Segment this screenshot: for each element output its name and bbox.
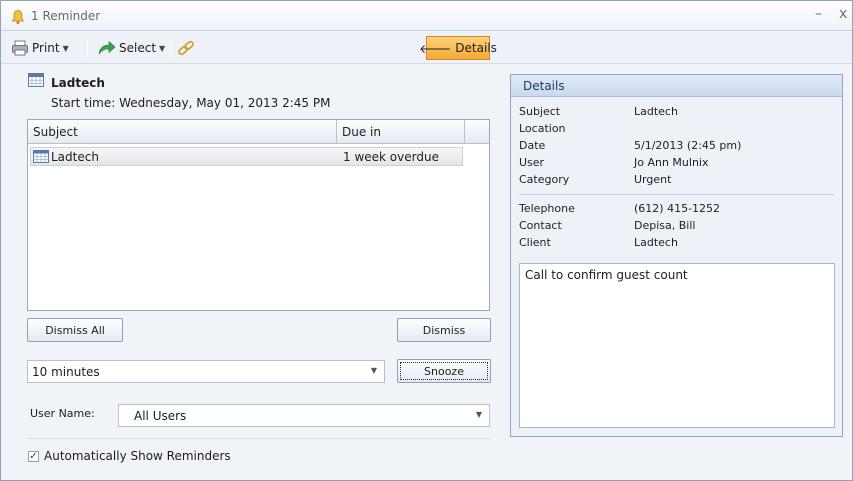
close-button[interactable]: x xyxy=(839,6,847,22)
chevron-down-icon[interactable]: ▼ xyxy=(371,366,377,375)
detail-value-date: 5/1/2013 (2:45 pm) xyxy=(634,139,742,152)
appointment-start-time: Start time: Wednesday, May 01, 2013 2:45… xyxy=(51,96,331,110)
column-header-due-in[interactable]: Due in xyxy=(342,125,381,139)
link-button[interactable] xyxy=(177,38,195,58)
chain-link-icon xyxy=(178,40,194,56)
print-dropdown-icon: ▼ xyxy=(62,43,69,53)
list-item[interactable]: Ladtech 1 week overdue xyxy=(30,147,463,166)
calendar-icon xyxy=(28,73,44,87)
dismiss-all-label: Dismiss All xyxy=(45,323,105,337)
arrow-left-icon: 🡐 xyxy=(419,41,452,56)
select-label: Select xyxy=(119,41,157,55)
snooze-label: Snooze xyxy=(424,364,464,378)
column-header-subject[interactable]: Subject xyxy=(33,125,78,139)
list-header: Subject Due in xyxy=(28,120,489,144)
notes-box[interactable]: Call to confirm guest count xyxy=(519,263,835,428)
details-toggle-button[interactable]: 🡐 Details xyxy=(419,36,497,60)
dismiss-all-button[interactable]: Dismiss All xyxy=(27,318,123,342)
bell-icon xyxy=(11,10,25,25)
details-divider xyxy=(519,194,834,195)
detail-value-client: Ladtech xyxy=(634,236,678,249)
detail-label-user: User xyxy=(519,156,545,169)
select-button[interactable]: Select ▼ xyxy=(98,38,165,58)
toolbar-separator xyxy=(87,39,88,57)
details-label: Details xyxy=(455,41,497,55)
print-label: Print xyxy=(32,41,60,55)
reminder-list[interactable]: Subject Due in Ladtech 1 week overdue xyxy=(27,119,490,311)
detail-label-telephone: Telephone xyxy=(519,202,575,215)
detail-label-client: Client xyxy=(519,236,551,249)
user-name-value: All Users xyxy=(134,409,187,423)
user-name-label: User Name: xyxy=(30,407,95,420)
detail-label-location: Location xyxy=(519,122,566,135)
column-divider[interactable] xyxy=(464,120,465,144)
detail-label-category: Category xyxy=(519,173,570,186)
auto-show-reminders-option[interactable]: ✓ Automatically Show Reminders xyxy=(28,449,231,463)
toolbar: Print ▼ Select ▼ 🡐 Details xyxy=(1,32,852,64)
title-bar: 1 Reminder – x xyxy=(1,1,852,31)
arrow-right-icon xyxy=(98,40,116,55)
dismiss-label: Dismiss xyxy=(422,323,466,337)
printer-icon xyxy=(12,40,28,56)
snooze-duration-select[interactable]: 10 minutes ▼ xyxy=(27,360,385,383)
details-panel: Details Subject Ladtech Location Date 5/… xyxy=(510,74,843,437)
chevron-down-icon[interactable]: ▼ xyxy=(476,410,482,419)
auto-show-reminders-label: Automatically Show Reminders xyxy=(44,449,231,463)
list-item-subject: Ladtech xyxy=(51,150,99,164)
detail-value-contact: Depisa, Bill xyxy=(634,219,696,232)
detail-value-user: Jo Ann Mulnix xyxy=(634,156,709,169)
user-name-select[interactable]: All Users ▼ xyxy=(118,404,490,427)
window-title: 1 Reminder xyxy=(31,9,101,23)
detail-label-contact: Contact xyxy=(519,219,562,232)
reminder-window: 1 Reminder – x Print ▼ Select ▼ 🡐 Detail… xyxy=(0,0,853,481)
appointment-title: Ladtech xyxy=(51,76,105,90)
print-button[interactable]: Print ▼ xyxy=(11,38,69,58)
auto-show-reminders-checkbox[interactable]: ✓ xyxy=(28,450,39,462)
column-divider[interactable] xyxy=(336,120,337,144)
dismiss-button[interactable]: Dismiss xyxy=(397,318,491,342)
detail-label-subject: Subject xyxy=(519,105,561,118)
toolbar-separator xyxy=(171,39,172,57)
notes-text: Call to confirm guest count xyxy=(525,268,688,282)
divider xyxy=(27,438,490,439)
snooze-button[interactable]: Snooze xyxy=(397,359,491,383)
detail-value-subject: Ladtech xyxy=(634,105,678,118)
details-panel-header: Details xyxy=(511,75,842,97)
calendar-icon xyxy=(33,150,49,163)
detail-value-telephone: (612) 415-1252 xyxy=(634,202,721,215)
minimize-button[interactable]: – xyxy=(815,6,822,22)
details-panel-title: Details xyxy=(523,79,565,93)
list-item-due-in: 1 week overdue xyxy=(343,150,439,164)
detail-label-date: Date xyxy=(519,139,546,152)
select-dropdown-icon: ▼ xyxy=(159,43,166,53)
detail-value-category: Urgent xyxy=(634,173,672,186)
snooze-duration-value: 10 minutes xyxy=(32,365,100,379)
